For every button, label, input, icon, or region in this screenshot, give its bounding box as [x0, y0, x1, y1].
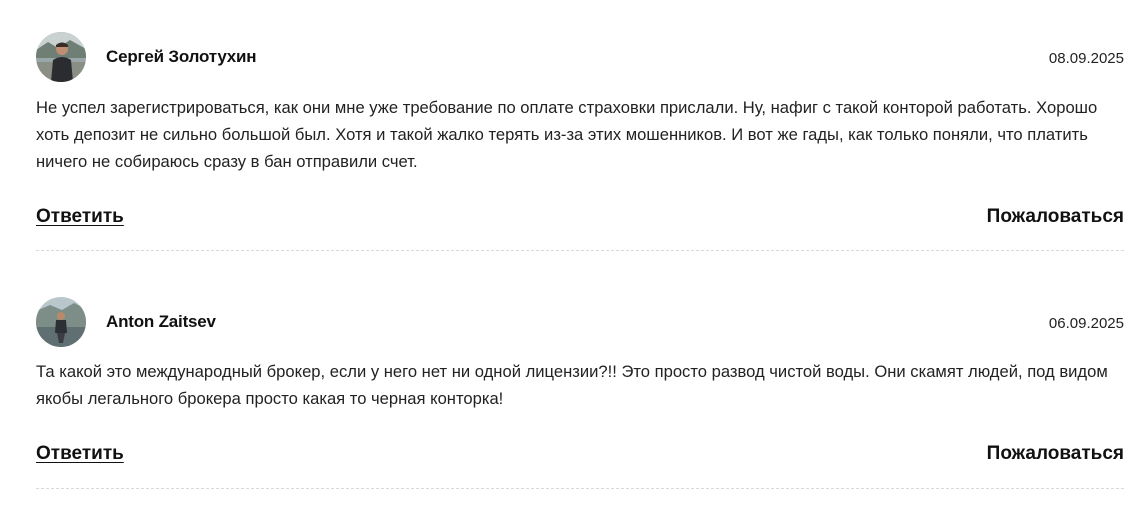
comment-header: Anton Zaitsev 06.09.2025 [36, 297, 1124, 348]
avatar-photo-icon [36, 297, 86, 347]
comment-header: Сергей Золотухин 08.09.2025 [36, 32, 1124, 83]
comment-date: 08.09.2025 [1048, 50, 1124, 67]
reply-link[interactable]: Ответить [36, 443, 124, 465]
divider [36, 488, 1124, 489]
comment-text: Та какой это международный брокер, если … [36, 362, 1108, 408]
comment-date: 06.09.2025 [1048, 315, 1124, 332]
divider [36, 250, 1124, 251]
avatar [36, 32, 86, 82]
comment-item: Anton Zaitsev 06.09.2025 Та какой это ме… [36, 297, 1124, 489]
comment-item: Сергей Золотухин 08.09.2025 Не успел зар… [36, 32, 1124, 251]
comment-actions: Ответить Пожаловаться [36, 443, 1124, 473]
reply-link[interactable]: Ответить [36, 206, 124, 228]
comment-author: Anton Zaitsev [106, 312, 216, 331]
comments-list: Сергей Золотухин 08.09.2025 Не успел зар… [0, 0, 1137, 510]
comment-text: Не успел зарегистрироваться, как они мне… [36, 98, 1098, 171]
avatar [36, 297, 86, 347]
report-link[interactable]: Пожаловаться [987, 443, 1124, 465]
report-link[interactable]: Пожаловаться [987, 206, 1124, 228]
comment-author: Сергей Золотухин [106, 47, 257, 66]
avatar-photo-icon [36, 32, 86, 82]
comment-actions: Ответить Пожаловаться [36, 206, 1124, 236]
